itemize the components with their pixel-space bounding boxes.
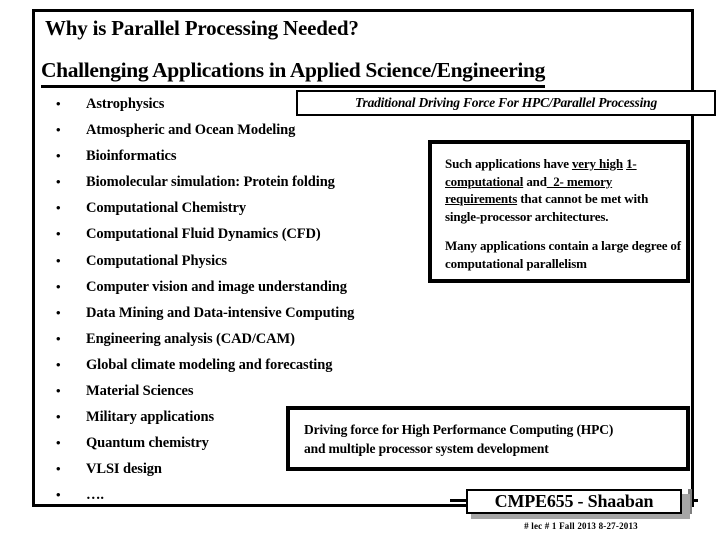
page-title: Why is Parallel Processing Needed? bbox=[45, 16, 359, 40]
bullet-icon: • bbox=[56, 409, 61, 425]
list-item-label: VLSI design bbox=[86, 461, 162, 478]
list-item-label: Military applications bbox=[86, 409, 214, 426]
callout-requirements-paragraph-1: Such applications have very high 1- comp… bbox=[445, 155, 686, 225]
list-item: • Computational Fluid Dynamics (CFD) bbox=[56, 226, 436, 252]
driving-line-1: Driving force for High Performance Compu… bbox=[304, 421, 614, 437]
list-item: • Engineering analysis (CAD/CAM) bbox=[56, 331, 436, 357]
callout-requirements-paragraph-2: Many applications contain a large degree… bbox=[445, 238, 681, 271]
list-item: • Data Mining and Data-intensive Computi… bbox=[56, 305, 436, 331]
bullet-icon: • bbox=[56, 461, 61, 477]
bullet-icon: • bbox=[56, 252, 61, 268]
bullet-icon: • bbox=[56, 174, 61, 190]
bullet-icon: • bbox=[56, 356, 61, 372]
list-item: • …. bbox=[56, 487, 436, 513]
bullet-icon: • bbox=[56, 226, 61, 242]
list-item-label: Computational Physics bbox=[86, 252, 227, 269]
footer-meta-line: # lec # 1 Fall 2013 8-27-2013 bbox=[524, 521, 638, 531]
bullet-icon: • bbox=[56, 330, 61, 346]
callout-traditional-driving-force: Traditional Driving Force For HPC/Parall… bbox=[296, 90, 716, 116]
bullet-icon: • bbox=[56, 435, 61, 451]
requirements-text-lead: Such applications have bbox=[445, 156, 572, 171]
footer-banner-box: CMPE655 - Shaaban bbox=[466, 489, 682, 514]
bullet-icon: • bbox=[56, 122, 61, 138]
bullet-icon: • bbox=[56, 96, 61, 111]
driving-line-2: and multiple processor system developmen… bbox=[304, 440, 549, 456]
callout-driving-paragraph: Driving force for High Performance Compu… bbox=[290, 420, 613, 458]
bullet-icon: • bbox=[56, 383, 61, 399]
bullet-icon: • bbox=[56, 200, 61, 216]
list-item: • Computer vision and image understandin… bbox=[56, 279, 436, 305]
list-item-label: Material Sciences bbox=[86, 383, 194, 400]
bullet-icon: • bbox=[56, 487, 61, 503]
bullet-icon: • bbox=[56, 304, 61, 320]
list-item: • Computational Chemistry bbox=[56, 200, 436, 226]
callout-traditional-text: Traditional Driving Force For HPC/Parall… bbox=[354, 95, 658, 110]
banner-tab-left bbox=[450, 499, 466, 502]
list-item: • Atmospheric and Ocean Modeling bbox=[56, 122, 436, 148]
callout-driving-force-hpc: Driving force for High Performance Compu… bbox=[286, 406, 690, 471]
callout-requirements: Such applications have very high 1- comp… bbox=[428, 140, 690, 283]
list-item-label: Biomolecular simulation: Protein folding bbox=[86, 174, 335, 191]
list-item-label: Atmospheric and Ocean Modeling bbox=[86, 122, 296, 139]
list-item: • Global climate modeling and forecastin… bbox=[56, 357, 436, 383]
requirements-text-and: and bbox=[523, 173, 547, 189]
list-item-label: Global climate modeling and forecasting bbox=[86, 356, 333, 373]
list-item-label: Quantum chemistry bbox=[86, 435, 209, 452]
bullet-icon: • bbox=[56, 148, 61, 164]
list-item-label: Astrophysics bbox=[86, 96, 165, 112]
footer-banner: CMPE655 - Shaaban bbox=[450, 489, 698, 519]
slide-subtitle: Challenging Applications in Applied Scie… bbox=[41, 58, 545, 88]
list-item: • Biomolecular simulation: Protein foldi… bbox=[56, 174, 436, 200]
list-item-label: …. bbox=[86, 487, 104, 504]
list-item-label: Data Mining and Data-intensive Computing bbox=[86, 304, 355, 321]
list-item-label: Bioinformatics bbox=[86, 148, 177, 165]
list-item-label: Engineering analysis (CAD/CAM) bbox=[86, 330, 295, 347]
requirements-emphasis-very-high: very high bbox=[571, 156, 623, 171]
list-item-label: Computer vision and image understanding bbox=[86, 278, 347, 295]
list-item: • Bioinformatics bbox=[56, 148, 436, 174]
list-item-label: Computational Chemistry bbox=[86, 200, 247, 217]
course-title: CMPE655 - Shaaban bbox=[494, 491, 654, 511]
list-item: • Computational Physics bbox=[56, 253, 436, 279]
bullet-icon: • bbox=[56, 278, 61, 294]
list-item-label: Computational Fluid Dynamics (CFD) bbox=[86, 226, 321, 243]
